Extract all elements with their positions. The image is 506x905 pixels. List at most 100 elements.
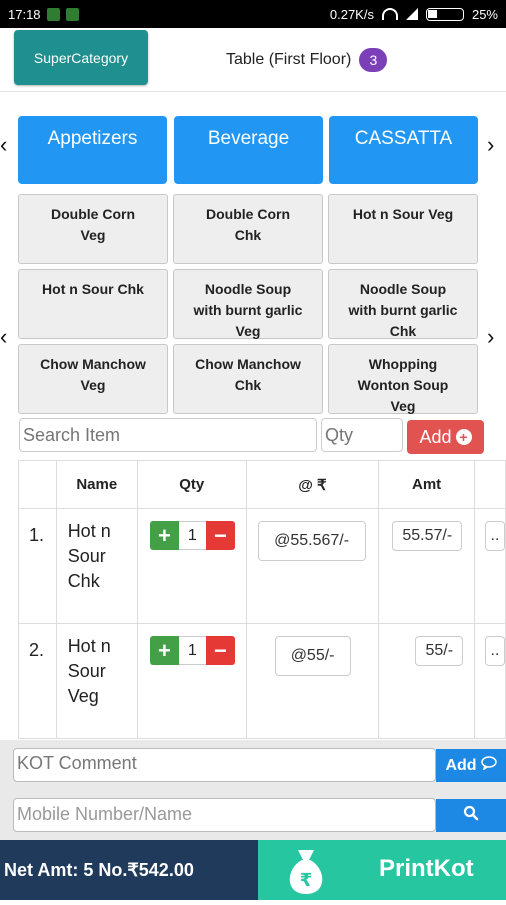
- menu-item-line: Chk: [234, 377, 262, 393]
- row-amt-cell: 55.57/-: [378, 508, 475, 624]
- menu-item-line: Double Corn: [206, 206, 290, 222]
- row-name: Hot n Sour Veg: [57, 624, 137, 709]
- menu-item-line: Hot n Sour Veg: [352, 206, 454, 222]
- chevron-right-icon[interactable]: ›: [487, 132, 494, 158]
- wifi-icon: [381, 8, 398, 20]
- menu-item-line: Noodle Soup: [359, 281, 447, 297]
- header-num: [18, 460, 57, 509]
- quantity-stepper: + 1 −: [149, 521, 246, 550]
- menu-item[interactable]: Chow Manchow Veg: [18, 344, 168, 414]
- search-item-input[interactable]: [19, 418, 317, 452]
- row-extra-cell: ..: [473, 508, 506, 624]
- extra-field[interactable]: ..: [484, 521, 505, 551]
- qty-input[interactable]: [321, 418, 403, 452]
- decrement-button[interactable]: −: [205, 521, 235, 550]
- svg-text:₹: ₹: [300, 870, 313, 891]
- qty-value[interactable]: 1: [178, 636, 206, 665]
- row-name-line: Hot n: [67, 521, 111, 541]
- mobile-name-input[interactable]: Mobile Number/Name: [13, 798, 436, 832]
- category-appetizers[interactable]: Appetizers: [18, 116, 167, 184]
- plus-circle-icon: +: [455, 429, 472, 445]
- money-bag-icon: ₹: [280, 846, 332, 905]
- top-bar: SuperCategory Table (First Floor) 3: [0, 28, 506, 92]
- print-kot-label: PrintKot: [379, 855, 474, 882]
- print-kot-button[interactable]: ₹ PrintKot: [258, 840, 506, 900]
- kot-panel: KOT Comment Add Mobile Number/Name: [0, 740, 506, 840]
- menu-item[interactable]: Double Corn Chk: [173, 194, 323, 264]
- row-amt-cell: 55/-: [378, 623, 475, 739]
- row-num-cell: 2.: [18, 623, 57, 739]
- comment-icon: [480, 756, 497, 775]
- header-rate: @ ₹: [245, 460, 380, 509]
- header-amt: Amt: [378, 460, 475, 509]
- row-name-line: Sour: [67, 661, 106, 681]
- menu-item[interactable]: Noodle Soup with burnt garlic Veg: [173, 269, 323, 339]
- add-item-button[interactable]: Add +: [407, 420, 484, 454]
- network-speed: 0.27K/s: [329, 6, 374, 22]
- qty-value[interactable]: 1: [178, 521, 206, 550]
- menu-item[interactable]: Hot n Sour Veg: [328, 194, 478, 264]
- menu-item-line: Chow Manchow: [40, 356, 146, 372]
- menu-item-line: Veg: [235, 323, 261, 339]
- row-name-line: Sour: [67, 546, 106, 566]
- menu-item[interactable]: Double Corn Veg: [18, 194, 168, 264]
- rate-input[interactable]: @55.567/-: [257, 521, 366, 561]
- increment-button[interactable]: +: [149, 636, 179, 665]
- amount-field: 55/-: [415, 636, 464, 666]
- category-beverage[interactable]: Beverage: [174, 116, 323, 184]
- menu-item-line: Chow Manchow: [195, 356, 301, 372]
- table-label: Table (First Floor): [226, 51, 352, 68]
- menu-item-line: Double Corn: [51, 206, 135, 222]
- table-title: Table (First Floor) 3: [226, 48, 388, 72]
- menu-item-line: with burnt garlic: [193, 302, 303, 318]
- menu-item-line: Chk: [389, 323, 417, 339]
- notification-icon: [46, 7, 60, 21]
- status-time: 17:18: [8, 6, 41, 22]
- mobile-search-button[interactable]: [436, 799, 506, 832]
- status-bar: 17:18 0.27K/s 25%: [0, 0, 506, 28]
- row-name-cell: Hot n Sour Chk: [55, 508, 138, 624]
- menu-item-line: with burnt garlic: [348, 302, 458, 318]
- add-item-label: Add: [419, 426, 452, 447]
- kot-add-button[interactable]: Add: [436, 749, 506, 782]
- header-extra: [473, 460, 506, 509]
- menu-item[interactable]: Whopping Wonton Soup Veg: [328, 344, 478, 414]
- decrement-button[interactable]: −: [205, 636, 235, 665]
- search-row: Add +: [19, 418, 484, 454]
- table-count-badge: 3: [359, 48, 388, 72]
- kot-comment-input[interactable]: KOT Comment: [13, 748, 436, 782]
- row-name-line: Veg: [67, 686, 99, 706]
- items-next-icon[interactable]: ›: [487, 324, 494, 350]
- net-amount: Net Amt: 5 No.₹542.00: [0, 840, 258, 900]
- search-icon: [463, 805, 479, 826]
- menu-item[interactable]: Noodle Soup with burnt garlic Chk: [328, 269, 478, 339]
- header-qty: Qty: [136, 460, 247, 509]
- chevron-left-icon[interactable]: ‹: [0, 132, 7, 158]
- row-rate-cell: @55.567/-: [245, 508, 380, 624]
- supercategory-button[interactable]: SuperCategory: [14, 30, 148, 85]
- row-name-line: Hot n: [67, 636, 111, 656]
- row-name-cell: Hot n Sour Veg: [55, 623, 138, 739]
- order-table: Name Qty @ ₹ Amt 1. Hot n Sour Chk + 1 −…: [18, 460, 506, 739]
- row-number: 2.: [29, 640, 45, 660]
- row-number: 1.: [29, 525, 45, 545]
- items-prev-icon[interactable]: ‹: [0, 324, 7, 350]
- battery-icon: [425, 7, 464, 21]
- increment-button[interactable]: +: [149, 521, 179, 550]
- menu-item-line: Noodle Soup: [204, 281, 292, 297]
- menu-item[interactable]: Chow Manchow Chk: [173, 344, 323, 414]
- category-cassatta[interactable]: CASSATTA: [329, 116, 478, 184]
- menu-item-line: Veg: [390, 398, 416, 414]
- row-qty-cell: + 1 −: [136, 623, 247, 739]
- rate-input[interactable]: @55/-: [274, 636, 351, 676]
- extra-field[interactable]: ..: [484, 636, 505, 666]
- table-header-row: Name Qty @ ₹ Amt: [18, 460, 506, 509]
- divider: [0, 91, 506, 92]
- menu-item-line: Wonton Soup: [357, 377, 449, 393]
- row-name-line: Chk: [67, 571, 100, 591]
- table-row: 1. Hot n Sour Chk + 1 − @55.567/- 55.57/…: [18, 508, 506, 624]
- menu-item-line: Veg: [80, 377, 106, 393]
- menu-item[interactable]: Hot n Sour Chk: [18, 269, 168, 339]
- amount-field: 55.57/-: [392, 521, 463, 551]
- menu-item-line: Whopping: [368, 356, 438, 372]
